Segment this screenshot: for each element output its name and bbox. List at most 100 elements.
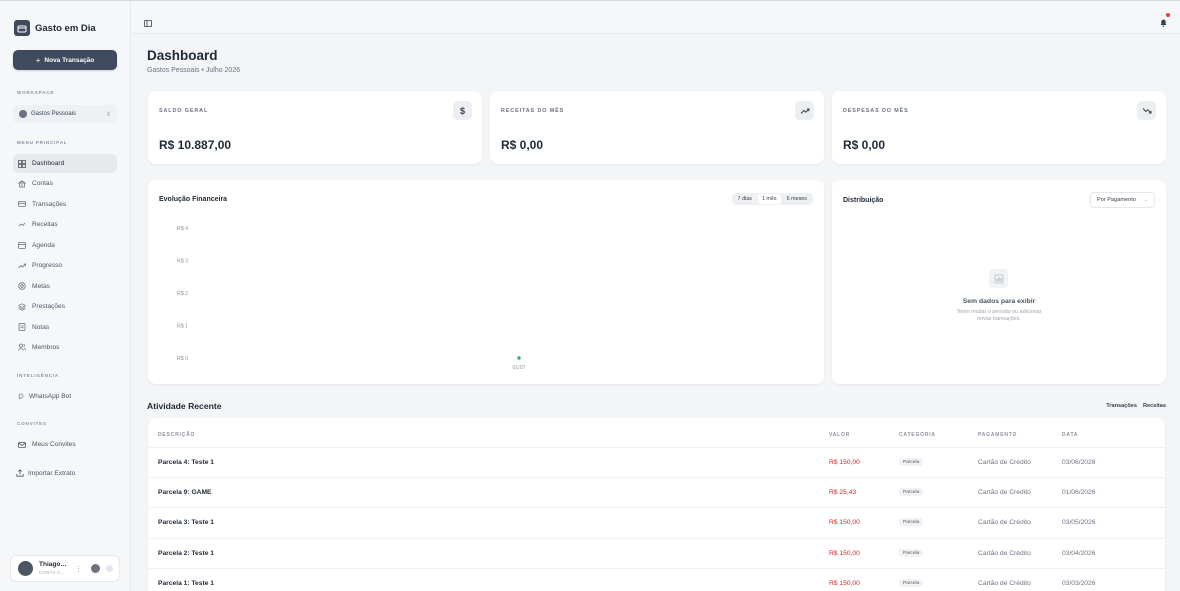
theme-toggle-icon[interactable] [106,565,113,572]
y-tick-label: R$ 1 [177,324,188,330]
settings-icon[interactable] [91,564,100,573]
row-date: 03/03/2026 [1062,580,1096,587]
stat-label: SALDO GERAL [159,108,209,114]
trend-up-icon [795,101,814,120]
y-tick-label: R$ 2 [177,291,188,297]
user-card[interactable]: Thiago… CONTA A… ⋮ [10,555,120,582]
row-category-badge: Parcela [899,518,924,526]
sidebar-item-notas[interactable]: Notas [13,318,117,337]
distribution-select-value: Por Pagamento [1097,197,1136,203]
stat-value: R$ 0,00 [843,138,886,152]
mail-icon [18,441,26,449]
sidebar: Gasto em Dia + Nova Transação WORKSPACE … [0,1,131,591]
row-payment: Cartão de Crédito [978,489,1031,496]
evolution-card: Evolução Financeira 7 dias 1 mês 6 meses… [148,180,824,384]
import-label: Importar Extrato [28,469,76,477]
evolution-chart: R$ 4 R$ 3 R$ 2 R$ 1 R$ 0 01/07 [177,226,526,371]
stat-label: DESPESAS DO MÊS [843,108,909,114]
whatsapp-label: WhatsApp Bot [29,392,72,400]
upload-icon [16,469,24,477]
sidebar-item-membros[interactable]: Membros [13,338,117,357]
x-tick-label: 01/07 [513,365,526,371]
transactions-link[interactable]: Transações [1106,403,1137,409]
calendar-icon [18,241,26,250]
sidebar-item-metas[interactable]: Metas [13,277,117,296]
row-category-badge: Parcela [899,579,924,587]
sidebar-item-receitas[interactable]: Receitas [13,215,117,234]
row-value: R$ 150,00 [829,550,860,557]
new-transaction-button[interactable]: + Nova Transação [13,50,117,70]
table-row[interactable]: Parcela 3: Teste 1 R$ 150,00 Parcela Car… [148,507,1165,537]
stat-value: R$ 0,00 [501,138,544,152]
stat-label: RECEITAS DO MÊS [501,108,565,114]
intel-section-label: INTELIGÊNCIA [17,373,60,378]
distribution-select[interactable]: Por Pagamento ⌄ [1090,192,1155,208]
dollar-icon: $ [453,101,472,120]
income-icon [18,221,26,229]
sidebar-item-transacoes[interactable]: Transações [13,195,117,214]
stat-card-income: RECEITAS DO MÊS R$ 0,00 [490,91,824,164]
page-subtitle: Gastos Pessoais • Julho 2026 [147,67,241,74]
data-point[interactable] [516,355,522,361]
trend-icon [18,262,26,270]
workspace-section-label: WORKSPACE [17,90,55,95]
more-vertical-icon[interactable]: ⋮ [75,565,82,573]
row-description: Parcela 3: Teste 1 [158,519,215,526]
row-category-badge: Parcela [899,458,924,466]
whatsapp-bot-link[interactable]: WhatsApp Bot [17,392,71,400]
row-date: 03/06/2026 [1062,459,1096,466]
table-row[interactable]: Parcela 4: Teste 1 R$ 150,00 Parcela Car… [148,447,1165,477]
sidebar-item-progresso[interactable]: Progresso [13,256,117,275]
row-date: 03/04/2026 [1062,550,1096,557]
empty-state-title: Sem dados para exibir [962,298,1036,305]
row-payment: Cartão de Crédito [978,519,1031,526]
row-value: R$ 150,00 [829,580,860,587]
sidebar-item-label: Receitas [32,221,58,229]
sidebar-item-dashboard[interactable]: Dashboard [13,154,117,173]
users-icon [18,343,26,351]
sidebar-item-contas[interactable]: Contas [13,174,117,193]
row-value: R$ 25,43 [829,489,857,496]
row-description: Parcela 4: Teste 1 [158,459,215,466]
stat-card-expenses: DESPESAS DO MÊS R$ 0,00 [832,91,1166,164]
y-tick-label: R$ 3 [177,259,188,265]
sidebar-toggle-icon[interactable] [144,14,152,27]
topbar [132,1,1180,34]
whatsapp-icon [17,392,25,400]
column-header-category: CATEGORIA [899,432,936,438]
table-row[interactable]: Parcela 1: Teste 1 R$ 150,00 Parcela Car… [148,568,1165,591]
y-tick-label: R$ 0 [177,356,188,362]
sidebar-item-label: Prestações [32,303,65,311]
table-row[interactable]: Parcela 2: Teste 1 R$ 150,00 Parcela Car… [148,538,1165,568]
sidebar-item-label: Transações [32,200,67,208]
app-name: Gasto em Dia [35,22,96,34]
plus-icon: + [35,55,41,65]
import-statement-link[interactable]: Importar Extrato [16,469,75,477]
row-value: R$ 150,00 [829,519,860,526]
sidebar-item-label: Agenda [32,241,55,249]
sidebar-item-label: Notas [32,323,50,331]
user-name: Thiago… [39,561,67,569]
income-link[interactable]: Receitas [1143,403,1166,409]
sidebar-item-agenda[interactable]: Agenda [13,236,117,255]
brand[interactable]: Gasto em Dia [14,20,96,36]
workspace-icon [19,110,27,118]
sidebar-item-convites[interactable]: Meus Convites [13,435,117,454]
stat-card-balance: SALDO GERAL $ R$ 10.887,00 [148,91,482,164]
target-icon [18,282,26,290]
workspace-select[interactable]: Gastos Pessoais ⇕ [13,105,117,123]
card-icon [18,200,26,208]
avatar [18,561,33,576]
sidebar-item-prestacoes[interactable]: Prestações [13,297,117,316]
distribution-title: Distribuição [843,197,884,204]
wallet-logo-icon [14,20,30,36]
notification-dot [1166,13,1170,17]
row-description: Parcela 2: Teste 1 [158,550,215,557]
table-row[interactable]: Parcela 9: GAME R$ 25,43 Parcela Cartão … [148,477,1165,507]
sidebar-item-label: Contas [32,180,53,188]
column-header-date: DATA [1062,432,1079,438]
user-role: CONTA A… [39,569,66,575]
menu-section-label: MENU PRINCIPAL [17,140,68,145]
row-description: Parcela 9: GAME [158,489,212,496]
empty-chart-icon [989,269,1008,288]
